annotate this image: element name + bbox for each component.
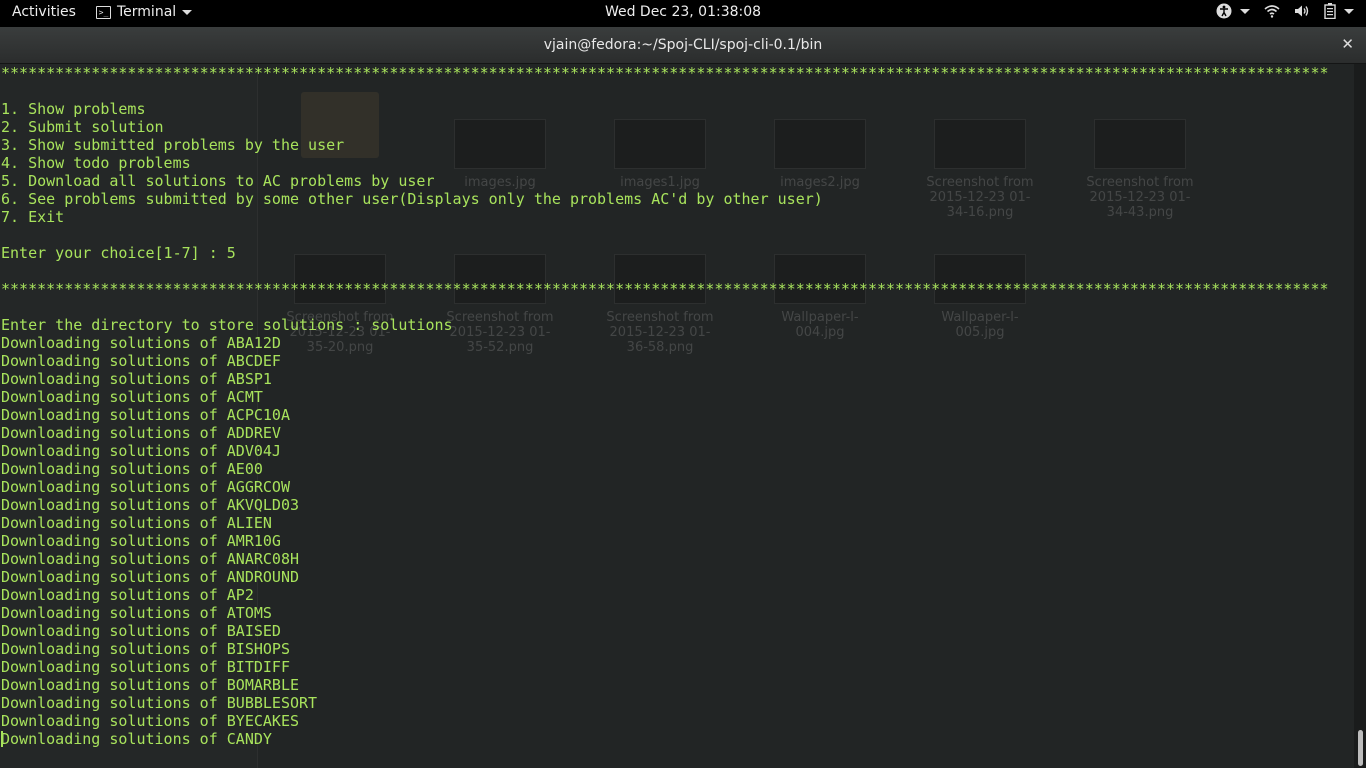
activities-button[interactable]: Activities xyxy=(12,4,76,20)
app-menu-button[interactable]: >_ Terminal xyxy=(96,4,193,20)
terminal-output: ****************************************… xyxy=(1,64,1329,748)
close-icon[interactable]: ✕ xyxy=(1341,35,1354,53)
chevron-down-icon[interactable] xyxy=(1344,8,1354,14)
terminal-line: 3. Show submitted problems by the user xyxy=(1,136,345,154)
top-bar: Activities >_ Terminal Wed Dec 23, 01:38… xyxy=(0,0,1366,27)
terminal-line: Downloading solutions of CANDY xyxy=(1,730,272,748)
terminal-line: Downloading solutions of ABSP1 xyxy=(1,370,272,388)
system-tray[interactable] xyxy=(1216,3,1354,19)
terminal-line: ****************************************… xyxy=(1,64,1329,82)
terminal-icon: >_ xyxy=(96,5,111,19)
terminal-view[interactable]: images.jpg images1.jpg images2.jpg Screensh… xyxy=(0,64,1354,768)
terminal-line: Downloading solutions of ABCDEF xyxy=(1,352,281,370)
terminal-line: 1. Show problems xyxy=(1,100,146,118)
terminal-line: 2. Submit solution xyxy=(1,118,164,136)
terminal-line: 7. Exit xyxy=(1,208,65,226)
terminal-line: Downloading solutions of ALIEN xyxy=(1,514,272,532)
window-titlebar[interactable]: vjain@fedora:~/Spoj-CLI/spoj-cli-0.1/bin… xyxy=(0,27,1366,64)
terminal-line: Downloading solutions of AP2 xyxy=(1,586,254,604)
terminal-line: Downloading solutions of BYECAKES xyxy=(1,712,300,730)
chevron-down-icon[interactable] xyxy=(1240,8,1250,14)
terminal-line: Downloading solutions of ADDREV xyxy=(1,424,281,442)
terminal-line: Downloading solutions of ANDROUND xyxy=(1,568,300,586)
terminal-line: Downloading solutions of ACPC10A xyxy=(1,406,290,424)
terminal-line: Downloading solutions of AGGRCOW xyxy=(1,478,290,496)
accessibility-icon[interactable] xyxy=(1216,3,1232,19)
terminal-line: Downloading solutions of BUBBLESORT xyxy=(1,694,318,712)
terminal-line: Downloading solutions of BITDIFF xyxy=(1,658,290,676)
terminal-line: 4. Show todo problems xyxy=(1,154,191,172)
volume-icon[interactable] xyxy=(1294,4,1310,18)
clock-button[interactable]: Wed Dec 23, 01:38:08 xyxy=(605,4,761,20)
terminal-line: Downloading solutions of ADV04J xyxy=(1,442,281,460)
terminal-line: Enter the directory to store solutions :… xyxy=(1,316,453,334)
battery-icon[interactable] xyxy=(1324,3,1336,19)
wifi-icon[interactable] xyxy=(1264,4,1280,18)
terminal-line: Downloading solutions of ACMT xyxy=(1,388,263,406)
terminal-line: Downloading solutions of BOMARBLE xyxy=(1,676,300,694)
terminal-line: Downloading solutions of BAISED xyxy=(1,622,281,640)
terminal-line: Downloading solutions of ABA12D xyxy=(1,334,281,352)
app-menu-label: Terminal xyxy=(117,4,177,20)
terminal-line: 6. See problems submitted by some other … xyxy=(1,190,823,208)
terminal-line: Downloading solutions of AMR10G xyxy=(1,532,281,550)
terminal-line: Downloading solutions of ATOMS xyxy=(1,604,272,622)
terminal-scrollbar[interactable] xyxy=(1354,64,1366,768)
chevron-down-icon xyxy=(182,9,193,15)
terminal-window: vjain@fedora:~/Spoj-CLI/spoj-cli-0.1/bin… xyxy=(0,27,1366,768)
terminal-line: Downloading solutions of ANARC08H xyxy=(1,550,300,568)
terminal-line: Downloading solutions of BISHOPS xyxy=(1,640,290,658)
terminal-line: Enter your choice[1-7] : 5 xyxy=(1,244,236,262)
scrollbar-thumb[interactable] xyxy=(1358,730,1363,766)
terminal-line: Downloading solutions of AKVQLD03 xyxy=(1,496,300,514)
text-cursor xyxy=(1,731,3,747)
terminal-line: Downloading solutions of AE00 xyxy=(1,460,263,478)
terminal-line: ****************************************… xyxy=(1,280,1329,298)
window-title: vjain@fedora:~/Spoj-CLI/spoj-cli-0.1/bin xyxy=(543,37,823,53)
terminal-line: 5. Download all solutions to AC problems… xyxy=(1,172,435,190)
